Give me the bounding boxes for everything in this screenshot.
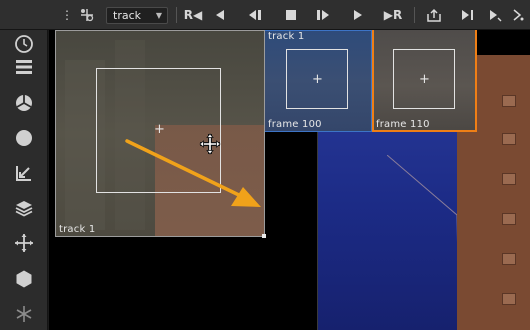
step-forward-keyframe-button[interactable] xyxy=(312,6,334,24)
building-window xyxy=(502,95,516,107)
step-back-button[interactable] xyxy=(212,6,228,24)
track-forward-button[interactable]: ▶R xyxy=(382,6,404,24)
annotation-arrow-icon xyxy=(125,139,261,207)
settings-button[interactable] xyxy=(510,6,526,24)
export-icon xyxy=(427,8,441,22)
toolbar-divider xyxy=(414,7,415,23)
thumbnail-highlight-orange xyxy=(372,30,477,132)
step-forward-icon xyxy=(354,10,362,20)
building-window xyxy=(502,213,516,225)
radial-tool[interactable] xyxy=(12,91,36,115)
transform-corner-tool[interactable] xyxy=(12,161,36,185)
clock-tool[interactable] xyxy=(12,32,36,56)
circle-icon xyxy=(16,130,32,146)
layers-tool[interactable] xyxy=(12,196,36,220)
step-back-icon xyxy=(216,10,224,20)
hexagon-tool[interactable] xyxy=(12,267,36,291)
track-forward-icon: ▶R xyxy=(383,8,403,22)
menu-icon xyxy=(16,60,32,74)
toolbar-divider xyxy=(176,7,177,23)
move-cursor-icon xyxy=(199,133,221,155)
tool-mode-value: track xyxy=(113,9,141,22)
transform-corner-icon xyxy=(16,166,31,181)
settings-icon xyxy=(513,9,524,21)
track-backward-icon: R◀ xyxy=(183,8,203,22)
building-window xyxy=(502,133,516,145)
stop-button[interactable] xyxy=(282,6,300,24)
track-center-crosshair-icon[interactable]: + xyxy=(154,123,165,136)
move-tool[interactable] xyxy=(12,231,36,255)
thumbnail-highlight-blue xyxy=(264,30,372,132)
asterisk-tool[interactable] xyxy=(12,302,36,326)
radial-icon xyxy=(16,95,32,111)
track-label: track 1 xyxy=(59,224,96,235)
viewer-canvas[interactable]: + track 1 frame 100 + frame 110 + track … xyxy=(49,30,530,330)
tool-sidebar xyxy=(0,30,48,330)
step-back-keyframe-button[interactable] xyxy=(244,6,266,24)
handle-icon: ⋮ xyxy=(61,8,73,22)
reference-frame-icon[interactable] xyxy=(78,6,96,24)
building-window xyxy=(502,173,516,185)
chevron-down-icon: ▼ xyxy=(155,11,162,20)
menu-tool[interactable] xyxy=(12,55,36,79)
export-button[interactable] xyxy=(424,6,444,24)
wire-line xyxy=(387,155,460,325)
layers-icon xyxy=(15,201,33,217)
tool-mode-select[interactable]: track ▼ xyxy=(106,7,168,24)
clock-icon xyxy=(15,35,33,53)
play-range-button[interactable] xyxy=(458,6,478,24)
keyframe-button[interactable] xyxy=(486,6,504,24)
circle-tool[interactable] xyxy=(12,126,36,150)
hexagon-icon xyxy=(16,270,32,288)
track-backward-button[interactable]: R◀ xyxy=(182,6,204,24)
keyframe-icon xyxy=(490,10,502,22)
resize-handle[interactable] xyxy=(262,234,266,238)
building-window xyxy=(502,293,516,305)
play-range-icon xyxy=(462,10,473,20)
step-back-keyframe-icon xyxy=(249,10,261,20)
step-forward-button[interactable] xyxy=(350,6,366,24)
move-icon xyxy=(15,234,33,252)
asterisk-icon xyxy=(16,306,32,322)
step-forward-keyframe-icon xyxy=(317,10,329,20)
building-window xyxy=(502,253,516,265)
stop-icon xyxy=(286,10,296,20)
viewer-toolbar: ⋮ track ▼ R◀ ▶R xyxy=(0,0,530,30)
